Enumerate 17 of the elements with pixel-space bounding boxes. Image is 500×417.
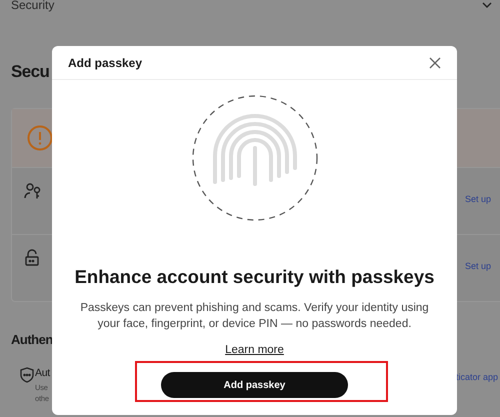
- section-heading: Authen: [11, 331, 53, 349]
- add-passkey-button[interactable]: Add passkey: [161, 372, 348, 398]
- shield-icon: [19, 367, 35, 383]
- close-icon[interactable]: [429, 56, 441, 68]
- page-heading: Secu: [11, 61, 50, 83]
- dialog-description: Passkeys can prevent phishing and scams. Verify your identity using your face, fingerprint, or device PIN — no passwords needed.: [79, 301, 430, 332]
- breadcrumb[interactable]: Security: [11, 0, 54, 11]
- chevron-down-icon[interactable]: [482, 2, 492, 8]
- learn-more-link[interactable]: Learn more: [225, 344, 284, 356]
- row-title: Aut: [35, 366, 50, 381]
- dialog-heading: Enhance account security with passkeys: [74, 266, 434, 288]
- setup-link[interactable]: Set up: [464, 261, 491, 271]
- dialog-title: Add passkey: [68, 56, 142, 70]
- warning-icon: [27, 125, 53, 151]
- setup-link[interactable]: Set up: [464, 194, 491, 204]
- person-key-icon: [24, 182, 42, 200]
- authenticator-link[interactable]: ticator app: [456, 372, 498, 382]
